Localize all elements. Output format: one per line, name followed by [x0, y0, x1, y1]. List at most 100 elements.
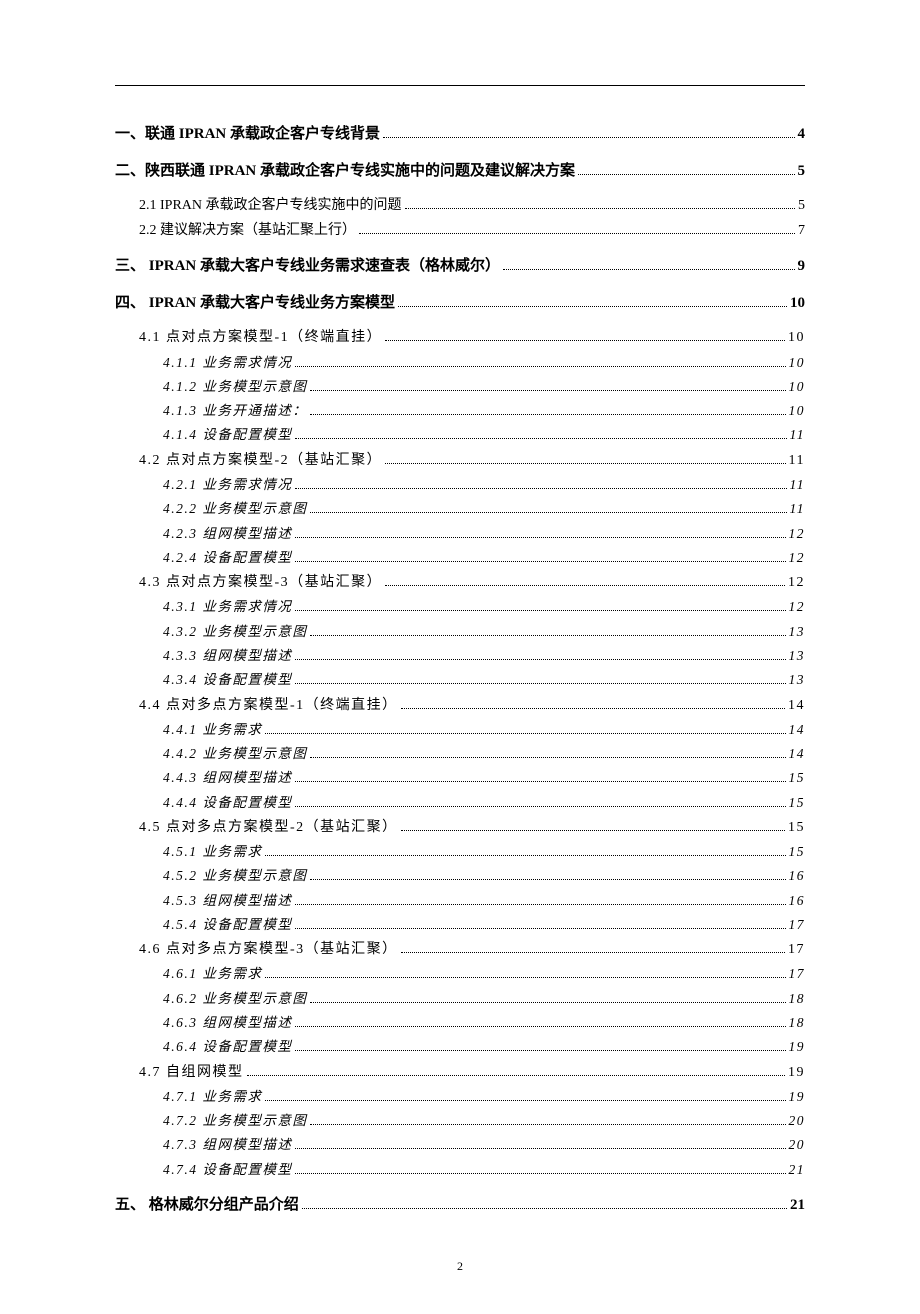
- toc-leader-dots: [385, 572, 785, 586]
- toc-entry-page: 13: [789, 644, 806, 668]
- toc-entry[interactable]: 4.4.2 业务模型示意图14: [163, 742, 805, 766]
- toc-leader-dots: [310, 377, 785, 391]
- toc-entry[interactable]: 4.2 点对点方案模型-2（基站汇聚） 11: [139, 448, 805, 473]
- toc-entry-label: 4.3.2 业务模型示意图: [163, 620, 307, 644]
- toc-entry[interactable]: 4.4.1 业务需求 14: [163, 718, 805, 742]
- toc-entry[interactable]: 4.6.3 组网模型描述18: [163, 1011, 805, 1035]
- toc-entry-label: 4.6.3 组网模型描述: [163, 1011, 292, 1035]
- toc-entry-label: 4.5.4 设备配置模型: [163, 913, 292, 937]
- toc-entry[interactable]: 4.3.1 业务需求情况 12: [163, 595, 805, 619]
- toc-entry[interactable]: 4.4 点对多点方案模型-1（终端直挂）14: [139, 693, 805, 718]
- toc-leader-dots: [295, 915, 785, 929]
- toc-entry[interactable]: 4.1.2 业务模型示意图10: [163, 375, 805, 399]
- toc-entry-label: 二、陕西联通 IPRAN 承载政企客户专线实施中的问题及建议解决方案: [115, 158, 575, 185]
- toc-entry-label: 4.3.1 业务需求情况: [163, 595, 292, 619]
- toc-entry[interactable]: 4.5.2 业务模型示意图16: [163, 864, 805, 888]
- toc-entry[interactable]: 五、 格林威尔分组产品介绍21: [115, 1192, 805, 1219]
- toc-entry[interactable]: 4.2.2 业务模型示意图11: [163, 497, 805, 521]
- toc-entry[interactable]: 一、联通 IPRAN 承载政企客户专线背景4: [115, 121, 805, 148]
- toc-entry[interactable]: 4.7 自组网模型19: [139, 1060, 805, 1085]
- toc-leader-dots: [247, 1062, 786, 1076]
- toc-entry[interactable]: 4.3.4 设备配置模型 13: [163, 668, 805, 692]
- toc-entry-label: 4.3.3 组网模型描述: [163, 644, 292, 668]
- toc-leader-dots: [578, 160, 794, 175]
- toc-leader-dots: [385, 450, 785, 464]
- toc-entry-label: 4.2.3 组网模型描述: [163, 522, 292, 546]
- toc-entry-label: 4.4.1 业务需求: [163, 718, 262, 742]
- toc-entry-page: 10: [789, 375, 806, 399]
- table-of-contents: 一、联通 IPRAN 承载政企客户专线背景4 二、陕西联通 IPRAN 承载政企客…: [115, 121, 805, 1219]
- toc-entry[interactable]: 4.4.4 设备配置模型 15: [163, 791, 805, 815]
- toc-entry[interactable]: 2.1 IPRAN 承载政企客户专线实施中的问题5: [139, 193, 805, 218]
- toc-entry-page: 14: [789, 718, 806, 742]
- toc-entry-label: 4.7.4 设备配置模型: [163, 1158, 292, 1182]
- toc-entry[interactable]: 4.1.4 设备配置模型11: [163, 423, 805, 447]
- toc-entry-page: 10: [790, 290, 805, 317]
- toc-leader-dots: [295, 548, 785, 562]
- toc-entry[interactable]: 4.4.3 组网模型描述15: [163, 766, 805, 790]
- toc-entry[interactable]: 4.5.3 组网模型描述16: [163, 889, 805, 913]
- toc-entry-label: 4.6 点对多点方案模型-3（基站汇聚）: [139, 937, 398, 962]
- toc-entry-label: 4.3.4 设备配置模型: [163, 668, 292, 692]
- toc-entry-page: 21: [789, 1158, 806, 1182]
- toc-entry[interactable]: 二、陕西联通 IPRAN 承载政企客户专线实施中的问题及建议解决方案5: [115, 158, 805, 185]
- toc-entry[interactable]: 4.1.3 业务开通描述：10: [163, 399, 805, 423]
- toc-entry[interactable]: 4.6.1 业务需求17: [163, 962, 805, 986]
- toc-entry-page: 11: [789, 448, 805, 473]
- toc-entry-label: 4.6.2 业务模型示意图: [163, 987, 307, 1011]
- toc-leader-dots: [295, 1160, 785, 1174]
- toc-entry[interactable]: 4.5.4 设备配置模型17: [163, 913, 805, 937]
- toc-entry-label: 4.2 点对点方案模型-2（基站汇聚）: [139, 448, 382, 473]
- toc-entry[interactable]: 4.7.1 业务需求19: [163, 1085, 805, 1109]
- toc-leader-dots: [295, 891, 785, 905]
- toc-entry[interactable]: 三、 IPRAN 承载大客户专线业务需求速查表（格林威尔）9: [115, 253, 805, 280]
- toc-entry-label: 4.5.1 业务需求: [163, 840, 262, 864]
- toc-entry[interactable]: 4.5 点对多点方案模型-2（基站汇聚）15: [139, 815, 805, 840]
- toc-entry-label: 4.4.2 业务模型示意图: [163, 742, 307, 766]
- toc-entry[interactable]: 4.1 点对点方案模型-1（终端直挂）10: [139, 325, 805, 350]
- toc-entry-label: 4.6.1 业务需求: [163, 962, 262, 986]
- toc-entry[interactable]: 4.2.3 组网模型描述12: [163, 522, 805, 546]
- toc-leader-dots: [503, 255, 795, 270]
- toc-entry-page: 13: [789, 668, 806, 692]
- toc-entry[interactable]: 4.3.2 业务模型示意图 13: [163, 620, 805, 644]
- toc-entry[interactable]: 4.7.4 设备配置模型 21: [163, 1158, 805, 1182]
- toc-leader-dots: [405, 195, 795, 209]
- toc-entry[interactable]: 2.2 建议解决方案（基站汇聚上行）7: [139, 218, 805, 243]
- toc-entry-label: 4.4.3 组网模型描述: [163, 766, 292, 790]
- toc-entry[interactable]: 4.3.3 组网模型描述 13: [163, 644, 805, 668]
- toc-entry-label: 4.2.2 业务模型示意图: [163, 497, 307, 521]
- toc-entry-page: 12: [788, 570, 805, 595]
- toc-entry-page: 13: [789, 620, 806, 644]
- toc-leader-dots: [302, 1194, 787, 1209]
- toc-entry-label: 四、 IPRAN 承载大客户专线业务方案模型: [115, 290, 395, 317]
- toc-entry-page: 21: [790, 1192, 805, 1219]
- toc-entry[interactable]: 4.3 点对点方案模型-3（基站汇聚）12: [139, 570, 805, 595]
- toc-entry[interactable]: 四、 IPRAN 承载大客户专线业务方案模型 10: [115, 290, 805, 317]
- toc-entry-label: 4.5 点对多点方案模型-2（基站汇聚）: [139, 815, 398, 840]
- toc-entry-page: 19: [789, 1035, 806, 1059]
- toc-entry[interactable]: 4.7.3 组网模型描述20: [163, 1133, 805, 1157]
- toc-entry-page: 7: [798, 218, 805, 243]
- toc-entry[interactable]: 4.7.2 业务模型示意图20: [163, 1109, 805, 1133]
- toc-entry-page: 20: [789, 1133, 806, 1157]
- toc-entry[interactable]: 4.2.1 业务需求情况11: [163, 473, 805, 497]
- toc-entry[interactable]: 4.1.1 业务需求情况10: [163, 351, 805, 375]
- toc-entry-label: 4.4.4 设备配置模型: [163, 791, 292, 815]
- toc-entry[interactable]: 4.6 点对多点方案模型-3（基站汇聚）17: [139, 937, 805, 962]
- toc-leader-dots: [310, 1112, 785, 1126]
- toc-entry[interactable]: 4.5.1 业务需求15: [163, 840, 805, 864]
- toc-entry[interactable]: 4.2.4 设备配置模型12: [163, 546, 805, 570]
- toc-entry[interactable]: 4.6.2 业务模型示意图18: [163, 987, 805, 1011]
- toc-entry-page: 15: [789, 791, 806, 815]
- toc-entry-label: 4.7 自组网模型: [139, 1060, 244, 1085]
- toc-entry-page: 12: [789, 595, 806, 619]
- toc-entry-page: 10: [789, 351, 806, 375]
- toc-leader-dots: [295, 646, 785, 660]
- page-number: 2: [115, 1259, 805, 1274]
- toc-entry[interactable]: 4.6.4 设备配置模型19: [163, 1035, 805, 1059]
- toc-entry-page: 16: [789, 864, 806, 888]
- toc-leader-dots: [295, 598, 785, 612]
- toc-entry-label: 2.1 IPRAN 承载政企客户专线实施中的问题: [139, 193, 402, 218]
- toc-leader-dots: [265, 1087, 785, 1101]
